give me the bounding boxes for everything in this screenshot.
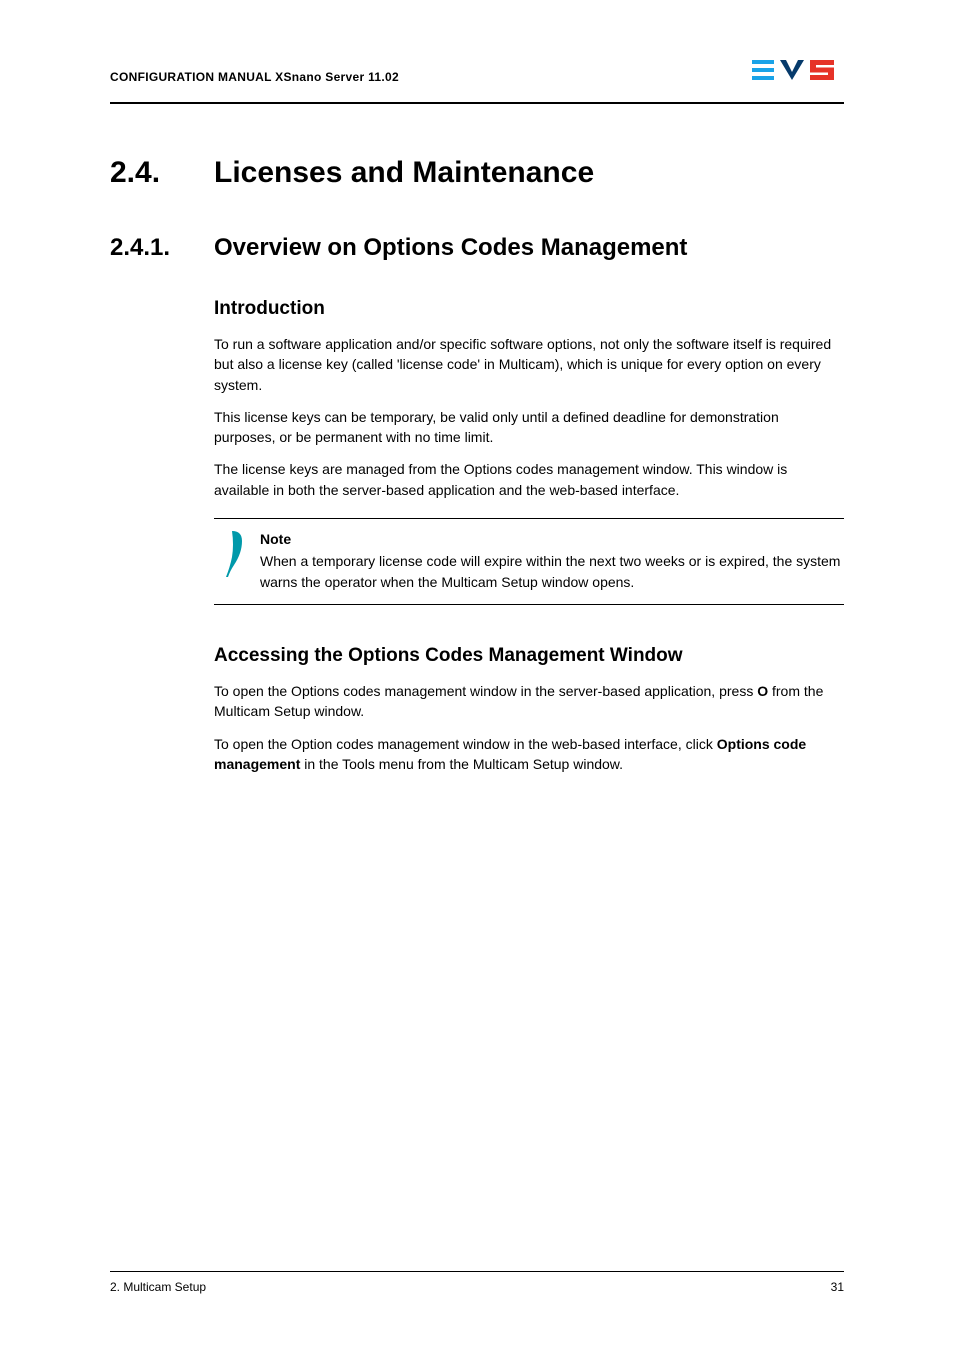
heading-1-number: 2.4. xyxy=(110,156,214,190)
note-callout: Note When a temporary license code will … xyxy=(214,518,844,605)
page-footer: 2. Multicam Setup 31 xyxy=(110,1271,844,1294)
access-p1-a: To open the Options codes management win… xyxy=(214,683,757,699)
heading-1-title: Licenses and Maintenance xyxy=(214,156,594,190)
heading-2-number: 2.4.1. xyxy=(110,234,214,262)
intro-paragraph-2: This license keys can be temporary, be v… xyxy=(214,407,844,448)
footer-rule xyxy=(110,1271,844,1272)
note-body: Note When a temporary license code will … xyxy=(260,529,844,592)
footer-section: 2. Multicam Setup xyxy=(110,1280,206,1294)
access-heading: Accessing the Options Codes Management W… xyxy=(214,645,844,667)
header-rule xyxy=(110,102,844,104)
footer-page-number: 31 xyxy=(831,1280,844,1294)
note-title: Note xyxy=(260,529,844,549)
note-icon xyxy=(214,529,244,592)
header-title: CONFIGURATION MANUAL XSnano Server 11.02 xyxy=(110,70,399,84)
intro-paragraph-1: To run a software application and/or spe… xyxy=(214,334,844,395)
content-body: Introduction To run a software applicati… xyxy=(214,298,844,774)
page: CONFIGURATION MANUAL XSnano Server 11.02 xyxy=(0,0,954,1350)
evs-logo xyxy=(752,56,844,84)
access-p2-b: in the Tools menu from the Multicam Setu… xyxy=(300,756,623,772)
page-header: CONFIGURATION MANUAL XSnano Server 11.02 xyxy=(110,56,844,84)
note-text: When a temporary license code will expir… xyxy=(260,553,840,589)
heading-level-2: 2.4.1. Overview on Options Codes Managem… xyxy=(110,234,844,262)
heading-2-title: Overview on Options Codes Management xyxy=(214,234,687,262)
access-p2-a: To open the Option codes management wind… xyxy=(214,736,717,752)
key-o: O xyxy=(757,683,768,699)
intro-heading: Introduction xyxy=(214,298,844,320)
intro-paragraph-3: The license keys are managed from the Op… xyxy=(214,459,844,500)
access-paragraph-1: To open the Options codes management win… xyxy=(214,681,844,722)
access-paragraph-2: To open the Option codes management wind… xyxy=(214,734,844,775)
heading-level-1: 2.4. Licenses and Maintenance xyxy=(110,156,844,190)
